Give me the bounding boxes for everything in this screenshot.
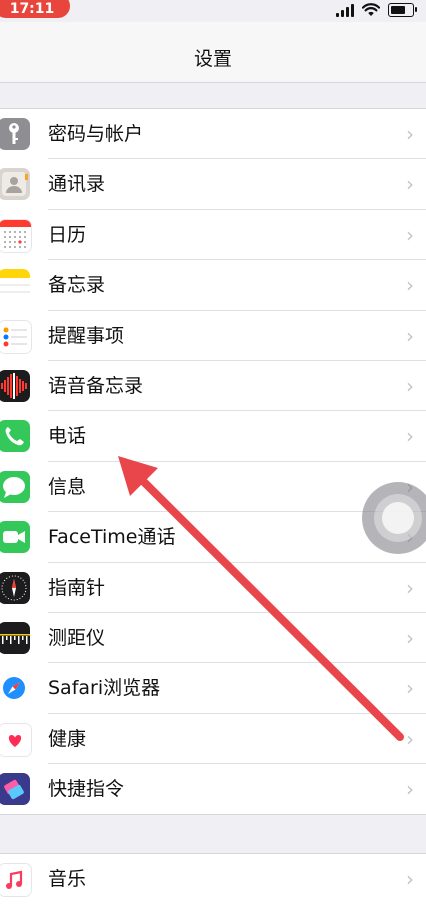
settings-item[interactable]: 备忘录 › xyxy=(0,260,426,311)
chevron-right-icon: › xyxy=(406,122,414,146)
settings-item-label: 电话 xyxy=(48,425,87,448)
compass-icon xyxy=(0,571,30,604)
measure-icon xyxy=(0,621,30,654)
settings-item[interactable]: 语音备忘录 › xyxy=(0,361,426,412)
settings-item[interactable]: 日历 › xyxy=(0,210,426,261)
settings-item-label: 音乐 xyxy=(48,868,87,890)
chevron-right-icon: › xyxy=(406,867,414,891)
settings-item-label: 密码与帐户 xyxy=(48,123,144,145)
settings-item-label: 快捷指令 xyxy=(48,778,125,801)
settings-item[interactable]: 通讯录 › xyxy=(0,159,426,210)
settings-item-label: 备忘录 xyxy=(48,274,106,297)
settings-item-music[interactable]: 音乐 › xyxy=(0,854,426,904)
status-bar: 17:11 xyxy=(0,0,426,22)
settings-item[interactable]: 提醒事项 › xyxy=(0,311,426,361)
facetime-icon xyxy=(0,521,30,554)
chevron-right-icon: › xyxy=(406,273,414,298)
cellular-signal-icon xyxy=(336,3,354,17)
chevron-right-icon: › xyxy=(406,323,414,348)
settings-item-label: Safari浏览器 xyxy=(48,677,161,700)
messages-icon xyxy=(0,470,30,503)
health-icon xyxy=(0,722,32,757)
chevron-right-icon: › xyxy=(406,625,414,650)
settings-item-label: 语音备忘录 xyxy=(48,374,144,397)
settings-item-label: 信息 xyxy=(48,475,87,498)
settings-list: 密码与帐户›通讯录›日历›备忘录›提醒事项›语音备忘录›电话›信息›FaceTi… xyxy=(0,108,426,816)
settings-list-media: 音乐 › xyxy=(0,853,426,904)
settings-item-label: 健康 xyxy=(48,727,87,750)
navigation-bar: 设置 xyxy=(0,22,426,83)
assistive-touch-button[interactable] xyxy=(362,482,426,554)
chevron-right-icon: › xyxy=(406,424,414,449)
wifi-icon xyxy=(362,3,380,16)
phone-icon xyxy=(0,420,30,453)
contacts-icon xyxy=(0,168,30,201)
settings-item[interactable]: 健康 › xyxy=(0,714,426,765)
settings-item[interactable]: 信息› xyxy=(0,462,426,513)
music-icon xyxy=(0,863,32,897)
settings-item-label: 日历 xyxy=(48,223,87,246)
notes-icon xyxy=(0,269,30,302)
chevron-right-icon: › xyxy=(406,575,414,600)
settings-item-label: 通讯录 xyxy=(48,173,106,196)
page-title: 设置 xyxy=(193,48,232,70)
settings-item-label: 指南针 xyxy=(48,576,106,599)
reminders-icon xyxy=(0,319,32,354)
status-time[interactable]: 17:11 xyxy=(0,0,70,18)
settings-item[interactable]: 指南针 › xyxy=(0,563,426,613)
settings-item-label: FaceTime通话 xyxy=(48,526,176,549)
chevron-right-icon: › xyxy=(406,373,414,398)
chevron-right-icon: › xyxy=(406,726,414,751)
settings-item[interactable]: 测距仪 › xyxy=(0,613,426,664)
voice-memos-icon xyxy=(0,369,30,402)
chevron-right-icon: › xyxy=(406,222,414,247)
battery-icon xyxy=(388,3,417,17)
chevron-right-icon: › xyxy=(406,777,414,802)
settings-item[interactable]: Safari浏览器 › xyxy=(0,663,426,714)
settings-item[interactable]: 电话 › xyxy=(0,411,426,462)
settings-item-label: 测距仪 xyxy=(48,626,106,649)
settings-item[interactable]: 密码与帐户 › xyxy=(0,109,426,160)
chevron-right-icon: › xyxy=(406,172,414,197)
safari-icon xyxy=(0,672,30,705)
settings-item-label: 提醒事项 xyxy=(48,324,125,347)
settings-item[interactable]: 快捷指令 › xyxy=(0,764,426,814)
shortcuts-icon xyxy=(0,773,30,806)
key-icon xyxy=(0,118,30,150)
calendar-icon xyxy=(0,218,32,253)
chevron-right-icon: › xyxy=(406,676,414,701)
